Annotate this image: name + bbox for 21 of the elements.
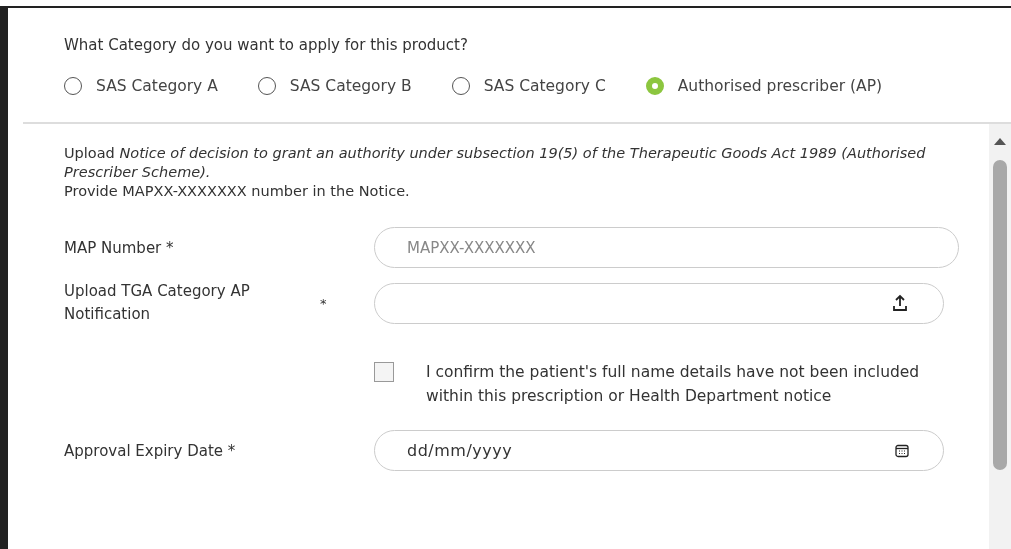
field-label: Upload TGA Category AP Notification	[64, 281, 251, 325]
field-label: MAP Number *	[64, 238, 174, 257]
radio-option[interactable]: Authorised prescriber (AP)	[645, 77, 883, 95]
scroll-up-icon[interactable]	[993, 136, 1007, 146]
confirmation-text: I confirm the patient's full name details have not been included within this prescription or Health Department notice	[426, 362, 921, 407]
date-placeholder: dd/mm/yyyy	[407, 441, 513, 460]
scrollbar[interactable]	[989, 124, 1011, 549]
upload-icon[interactable]	[891, 294, 909, 312]
upload-instruction-text: Upload Notice of decision to grant an authority under subsection 19(5) of the Therapeutic Goods Act 1989 (Authorised Prescriber Scheme).	[64, 144, 927, 182]
question-text: What Category do you want to apply for this product?	[64, 36, 469, 54]
calendar-icon[interactable]	[895, 443, 909, 458]
checkbox[interactable]	[374, 362, 394, 382]
field-label: Approval Expiry Date *	[64, 441, 236, 460]
radio-option[interactable]: SAS Category C	[451, 77, 606, 95]
radio-icon[interactable]	[645, 77, 664, 95]
radio-option[interactable]: SAS Category B	[257, 77, 412, 95]
provide-instruction-text: Provide MAPXX-XXXXXXX number in the Notice.	[64, 182, 411, 201]
scrollbar-thumb[interactable]	[993, 160, 1007, 470]
required-mark: *	[320, 295, 327, 311]
radio-option[interactable]: SAS Category A	[64, 77, 218, 95]
map-number-field[interactable]: MAPXX-XXXXXXX	[374, 227, 959, 268]
